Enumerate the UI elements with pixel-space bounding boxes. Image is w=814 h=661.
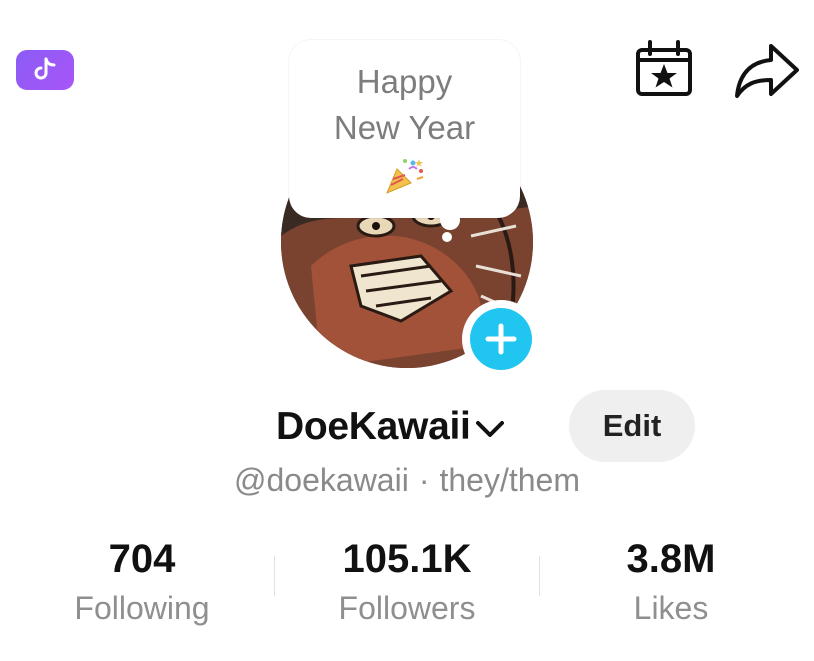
calendar-star-icon[interactable] xyxy=(634,40,694,100)
stat-value: 3.8M xyxy=(626,537,716,581)
bubble-tail xyxy=(440,210,460,230)
stat-followers[interactable]: 105.1K Followers xyxy=(292,534,522,629)
user-handle: @doekawaii xyxy=(234,462,409,498)
stat-value: 704 xyxy=(108,537,176,581)
chevron-down-icon xyxy=(475,421,504,437)
stat-label: Likes xyxy=(633,590,709,626)
app-badge[interactable] xyxy=(16,50,74,90)
share-arrow-icon[interactable] xyxy=(733,40,799,100)
stat-value: 105.1K xyxy=(342,537,472,581)
username: DoeKawaii xyxy=(276,405,471,448)
pronouns: they/them xyxy=(439,462,580,498)
stat-label: Following xyxy=(74,590,210,626)
bubble-dot xyxy=(442,232,452,242)
status-line-1: Happy xyxy=(356,63,453,100)
stat-divider xyxy=(274,556,275,596)
add-story-button[interactable] xyxy=(462,300,540,378)
stat-likes[interactable]: 3.8M Likes xyxy=(556,534,786,629)
plus-icon xyxy=(470,308,532,370)
status-bubble[interactable]: Happy New Year xyxy=(289,40,520,218)
handle-row: @doekawaii · they/them xyxy=(0,462,814,499)
handle-separator: · xyxy=(418,462,430,498)
username-switcher[interactable]: DoeKawaii xyxy=(276,395,505,459)
edit-profile-button[interactable]: Edit xyxy=(569,390,695,462)
stat-following[interactable]: 704 Following xyxy=(27,534,257,629)
status-line-2: New Year xyxy=(333,109,476,146)
stat-label: Followers xyxy=(338,590,476,626)
tiktok-note-icon xyxy=(34,57,56,80)
stat-divider xyxy=(539,556,540,596)
party-popper-icon xyxy=(383,155,427,200)
